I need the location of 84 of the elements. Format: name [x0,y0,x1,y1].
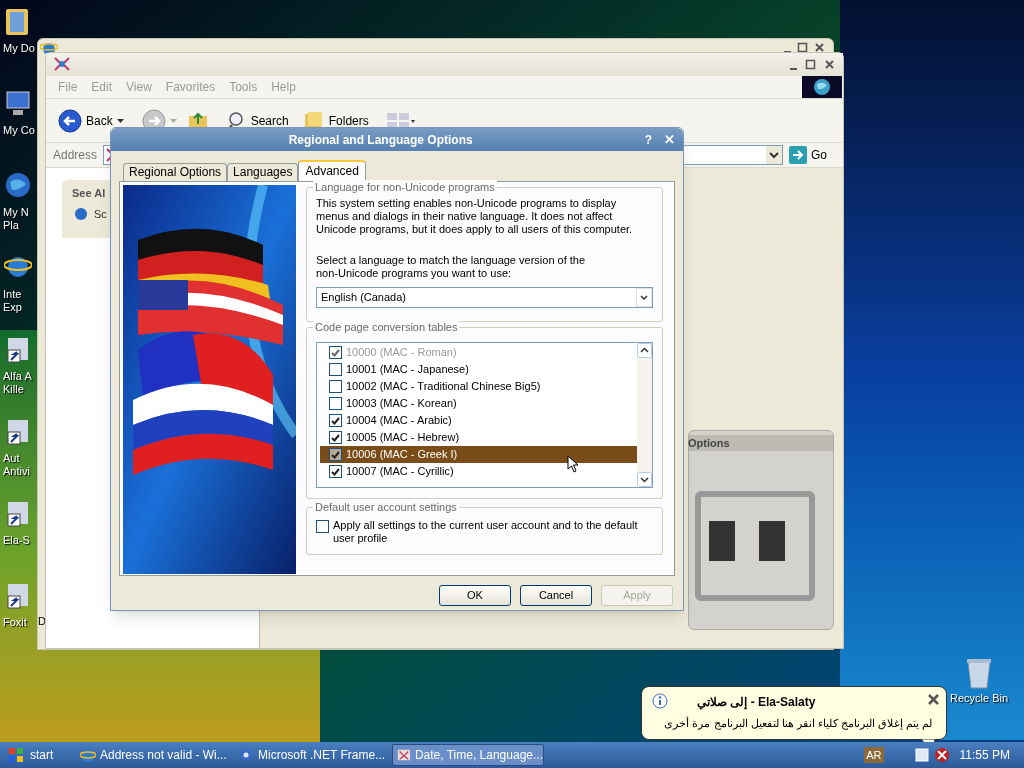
windows-flag-icon [8,747,24,763]
balloon-text: لم يتم إغلاق البرنامج كلياء انقر هنا لتفعيل البرنامج مرة أخرى [663,715,932,732]
checkbox[interactable] [316,520,329,533]
checkbox[interactable] [329,465,342,478]
list-item-label: 10000 (MAC - Roman) [346,345,458,361]
computer-icon [4,88,32,118]
search-button[interactable]: Search [226,110,299,131]
dialog-button[interactable]: OK [439,585,511,606]
list-item[interactable]: 10003 (MAC - Korean) [320,395,637,412]
scroll-up-icon [637,343,652,358]
dropdown-arrow-icon [636,288,652,307]
desktop-icon-label[interactable]: My Do [1,42,35,55]
scrollbar[interactable] [637,343,652,487]
mouse-pointer-icon [567,455,579,473]
desktop-icon-label[interactable]: My N Pla [1,206,35,232]
desktop-icon-label[interactable]: Inte Exp [1,288,35,314]
list-item-label: 10002 (MAC - Traditional Chinese Big5) [346,379,542,395]
group-legend: Language for non-Unicode programs [313,180,497,194]
list-item[interactable]: 10002 (MAC - Traditional Chinese Big5) [320,378,637,395]
status-text: D [38,614,46,629]
scroll-down-icon [637,472,652,487]
balloon-title: Ela-Salaty - إلى صلاتي [697,694,816,711]
tab[interactable]: Languages [227,163,299,181]
checkbox[interactable] [329,380,342,393]
taskbar-button[interactable]: Microsoft .NET Frame... [234,744,386,766]
tray-shield-icon [933,747,950,763]
group-legend: Default user account settings [313,500,459,514]
dialog-button[interactable]: Cancel [520,585,592,606]
gear-icon [238,747,254,763]
description-text: This system setting enables non-Unicode programs to display menus and dialogs in their native language. It does not affect Unicode programs, but it does apply to all users of this computer. [316,197,634,236]
tab[interactable]: Regional Options [123,163,228,181]
list-item[interactable]: 10001 (MAC - Japanese) [320,361,637,378]
globe-icon [813,78,831,96]
list-item[interactable]: 10006 (MAC - Greek I) [320,446,637,463]
tray-app-icon [913,747,930,763]
notification-toast[interactable]: Ela-Salaty - إلى صلاتي لم يتم إغلاق البرنامج كلياء انقر هنا لتفعيل البرنامج مرة أخرى [641,686,947,740]
list-item-label: 10006 (MAC - Greek I) [346,447,459,463]
desktop-icon-label[interactable]: Aut Antivi [1,452,35,478]
group-legend: Code page conversion tables [313,320,460,334]
checkbox[interactable] [329,397,342,410]
language-dropdown[interactable]: English (Canada) [316,287,653,308]
back-button[interactable]: Back [58,108,138,133]
maximize-icon [805,59,816,70]
list-item-label: 10001 (MAC - Japanese) [346,362,470,378]
browser-icon [80,747,96,763]
minimize-icon [790,68,797,70]
globe-icon [74,207,88,222]
globe-icon [4,170,32,200]
list-item-label: 10003 (MAC - Korean) [346,396,458,412]
checkbox[interactable] [329,448,342,461]
checkmark-icon [331,348,340,357]
list-item-label: 10004 (MAC - Arabic) [346,413,453,429]
info-icon [652,693,668,709]
list-item-label: 10005 (MAC - Hebrew) [346,430,461,446]
prompt-text: Select a language to match the language version of the non-Unicode programs you want to use: [316,254,587,280]
taskbar-button[interactable]: Address not valid - Wi... [76,744,228,766]
checkbox[interactable] [329,414,342,427]
close-icon [814,42,825,53]
maximize-icon [797,42,808,53]
close-icon [824,59,835,70]
go-button[interactable]: Go [789,146,837,164]
clock: 11:55 PM [959,747,1010,764]
list-item-label: 10007 (MAC - Cyrillic) [346,464,455,480]
close-icon [928,694,939,705]
checkbox[interactable] [329,431,342,444]
panel-title: See Al [72,186,106,201]
app-icon [53,56,71,72]
app-icon [397,747,411,763]
language-indicator[interactable]: AR [864,747,884,763]
desktop-icon-label[interactable]: Alfa A Kille [1,370,35,396]
caret-icon [169,118,177,123]
caret-icon [116,118,124,123]
desktop-icon-label[interactable]: My Co [1,124,35,137]
desktop-icon-label[interactable]: Recycle Bin [950,690,1009,707]
address-label: Address [53,147,98,164]
panel-link[interactable]: Sc [74,206,107,223]
dialog-title: Regional and Language Options [288,131,473,149]
list-item[interactable]: 10007 (MAC - Cyrillic) [320,463,637,480]
checkbox[interactable] [329,363,342,376]
list-item[interactable]: 10005 (MAC - Hebrew) [320,429,637,446]
tab[interactable]: Advanced [298,160,366,181]
control-panel-label: Options [688,436,730,451]
checkbox-label: Apply all settings to the current user account and to the default user profile [333,519,639,545]
list-item[interactable]: 10004 (MAC - Arabic) [320,412,637,429]
